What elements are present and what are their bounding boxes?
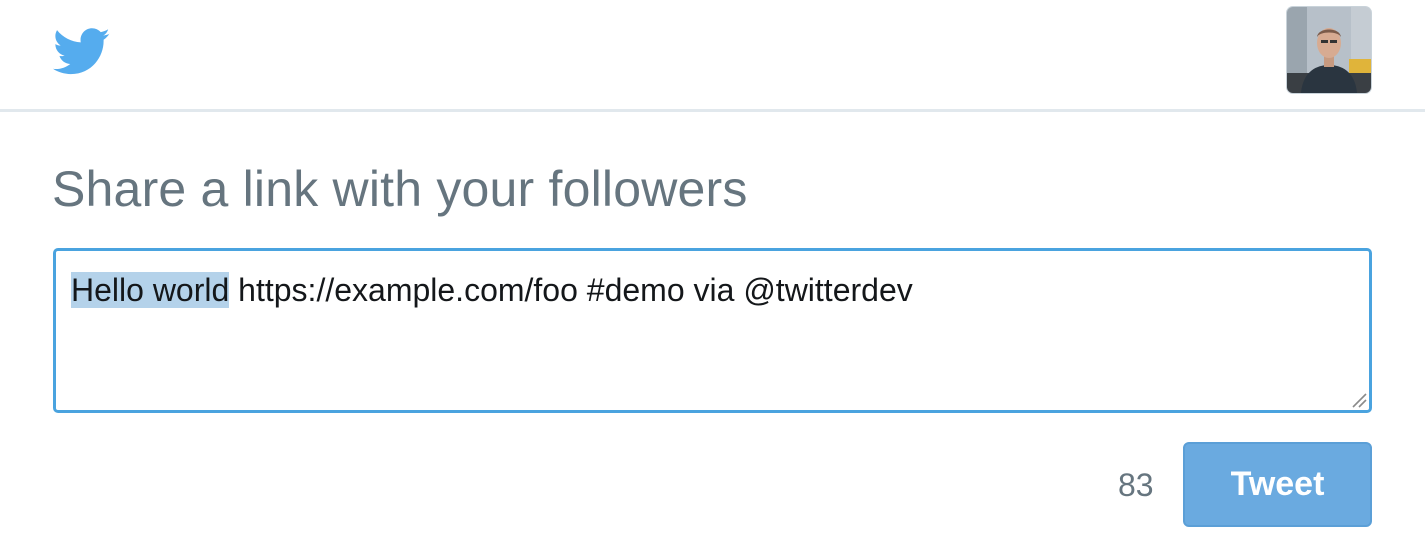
user-avatar[interactable] [1287, 7, 1371, 93]
avatar-photo [1287, 7, 1371, 93]
character-counter: 83 [1118, 467, 1154, 503]
resize-handle-icon[interactable] [1349, 390, 1367, 408]
tweet-button[interactable]: Tweet [1183, 442, 1372, 527]
tweet-text: https://example.com/foo #demo via @twitt… [229, 272, 913, 308]
selected-text: Hello world [71, 272, 230, 308]
page-title: Share a link with your followers [52, 161, 748, 217]
header-bar [0, 0, 1425, 112]
tweet-textarea[interactable]: Hello world https://example.com/foo #dem… [53, 248, 1372, 413]
twitter-bird-icon[interactable] [52, 28, 112, 76]
